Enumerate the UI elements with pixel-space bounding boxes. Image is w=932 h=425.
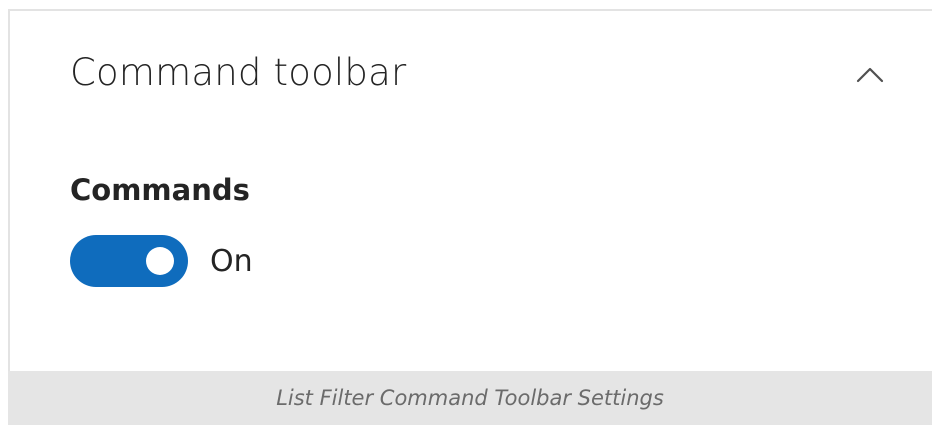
caption-bar: List Filter Command Toolbar Settings <box>8 371 932 425</box>
commands-toggle-row: On <box>70 235 253 287</box>
chevron-up-icon <box>856 67 884 83</box>
commands-toggle[interactable] <box>70 235 188 287</box>
toggle-knob <box>146 247 174 275</box>
collapse-section-button[interactable] <box>848 53 892 97</box>
section-title: Command toolbar <box>70 51 407 94</box>
commands-label: Commands <box>70 173 250 207</box>
image-caption: List Filter Command Toolbar Settings <box>276 386 664 410</box>
toggle-state-label: On <box>210 243 253 279</box>
section-header: Command toolbar <box>10 11 932 131</box>
command-toolbar-panel: Command toolbar Commands On <box>8 9 932 371</box>
settings-screenshot: Command toolbar Commands On List Filter … <box>0 0 932 425</box>
